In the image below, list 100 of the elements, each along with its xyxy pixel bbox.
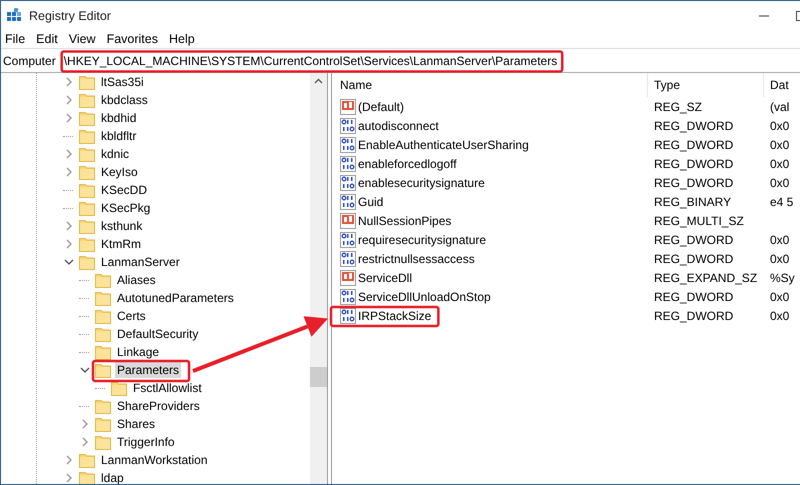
table-cell-text: REG_MULTI_SZ [653, 212, 745, 230]
value-name[interactable]: autodisconnect [358, 118, 439, 132]
folder-icon [79, 452, 95, 468]
table-cell-text: REG_DWORD [653, 232, 734, 248]
table-cell-text: %Sy [769, 270, 796, 284]
column-header[interactable]: Name [332, 73, 648, 97]
tree-item[interactable]: FsctlAllowlist [131, 380, 204, 396]
menu-item[interactable]: File [3, 32, 34, 46]
tree-item[interactable]: Shares [115, 416, 158, 432]
folder-icon [95, 434, 111, 450]
menu-item[interactable]: View [66, 32, 105, 46]
table-cell-text: REG_DWORD [653, 118, 734, 134]
folder-icon [79, 200, 95, 216]
column-header[interactable]: Type [648, 73, 764, 97]
folder-icon [111, 380, 127, 396]
tree-item[interactable]: KtmRm [99, 236, 143, 252]
folder-icon [79, 146, 95, 162]
binary-value-icon [340, 308, 356, 324]
value-name[interactable]: ServiceDllUnloadOnStop [358, 290, 491, 304]
folder-icon [95, 362, 111, 378]
tree-item[interactable]: ShareProviders [115, 398, 202, 414]
table-cell-text: 0x0 [769, 308, 790, 322]
folder-icon [95, 416, 111, 432]
folder-icon [79, 254, 95, 270]
table-cell-text: REG_BINARY [653, 194, 732, 210]
folder-icon [79, 236, 95, 252]
scroll-up-icon[interactable] [314, 78, 323, 84]
table-cell-text: REG_SZ [653, 98, 704, 116]
folder-icon [95, 344, 111, 360]
folder-icon [95, 272, 111, 288]
folder-icon [95, 290, 111, 306]
app-icon [7, 8, 23, 24]
menu-item[interactable]: Favorites [104, 32, 167, 46]
value-name[interactable]: NullSessionPipes [358, 214, 452, 228]
table-cell-text: REG_DWORD [653, 174, 734, 192]
tree-item[interactable]: Linkage [115, 344, 162, 360]
value-name[interactable]: enablesecuritysignature [358, 176, 485, 190]
tree-item[interactable]: kbdclass [99, 92, 150, 108]
value-name[interactable]: EnableAuthenticateUserSharing [358, 138, 529, 152]
string-value-icon [340, 270, 356, 286]
value-name[interactable]: ServiceDll [358, 270, 412, 284]
table-cell-text: REG_DWORD [653, 308, 734, 324]
tree-item[interactable]: KeyIso [99, 164, 140, 180]
value-name[interactable]: IRPStackSize [358, 308, 432, 322]
binary-value-icon [340, 156, 356, 172]
table-cell-text: REG_DWORD [653, 250, 734, 268]
string-value-icon [340, 98, 356, 114]
scrollbar-thumb[interactable] [310, 367, 327, 387]
tree-item[interactable]: Parameters [115, 362, 182, 378]
tree-item[interactable]: LanmanServer [99, 254, 182, 270]
binary-value-icon [340, 288, 356, 304]
folder-icon [79, 182, 95, 198]
menu-item[interactable]: Edit [34, 32, 67, 46]
tree-item[interactable]: KSecDD [99, 182, 150, 198]
folder-icon [79, 218, 95, 234]
table-cell-text: (val [769, 100, 790, 114]
folder-icon [79, 128, 95, 144]
tree-item[interactable]: ltSas35i [99, 74, 146, 90]
binary-value-icon [340, 174, 356, 190]
binary-value-icon [340, 250, 356, 266]
tree-item[interactable]: kdnic [99, 146, 132, 162]
table-cell-text: REG_EXPAND_SZ [653, 270, 758, 286]
binary-value-icon [340, 194, 356, 210]
folder-icon [95, 326, 111, 342]
tree-item[interactable]: TriggerInfo [115, 434, 177, 450]
table-cell-text: 0x0 [769, 290, 790, 304]
folder-icon [79, 470, 95, 484]
tree-item[interactable]: DefaultSecurity [115, 326, 200, 342]
binary-value-icon [340, 136, 356, 152]
tree-item[interactable]: AutotunedParameters [115, 290, 236, 306]
tree-item[interactable]: kbdhid [99, 110, 138, 126]
address-path[interactable]: \HKEY_LOCAL_MACHINE\SYSTEM\CurrentControlSet\Services\LanmanServer\Parameters [64, 54, 558, 68]
table-cell-text: 0x0 [769, 156, 790, 170]
window-title: Registry Editor [29, 8, 111, 22]
binary-value-icon [340, 232, 356, 248]
tree-item[interactable]: LanmanWorkstation [99, 452, 210, 468]
tree-item[interactable]: kbldfltr [99, 128, 138, 144]
table-cell-text: 0x0 [769, 252, 790, 266]
table-cell-text: e4 5 [769, 194, 794, 208]
folder-icon [95, 398, 111, 414]
tree-item[interactable]: Aliases [115, 272, 158, 288]
value-name[interactable]: restrictnullsessaccess [358, 252, 475, 266]
table-cell-text: REG_DWORD [653, 288, 734, 306]
value-name[interactable]: enableforcedlogoff [358, 156, 457, 170]
value-name[interactable]: requiresecuritysignature [358, 232, 486, 246]
menu-item[interactable]: Help [166, 32, 204, 46]
value-name[interactable]: Guid [358, 194, 384, 208]
value-name[interactable]: (Default) [358, 100, 404, 114]
scrollbar[interactable] [310, 73, 327, 484]
tree-item[interactable]: KSecPkg [99, 200, 152, 216]
binary-value-icon [340, 118, 356, 134]
table-cell-text: REG_DWORD [653, 136, 734, 154]
tree-item[interactable]: ksthunk [99, 218, 144, 234]
column-header[interactable]: Dat [764, 78, 800, 92]
folder-icon [79, 110, 95, 126]
folder-icon [79, 74, 95, 90]
table-cell-text: 0x0 [769, 118, 790, 132]
folder-icon [95, 308, 111, 324]
address-root[interactable]: Computer [3, 54, 56, 68]
tree-item[interactable]: Certs [115, 308, 148, 324]
